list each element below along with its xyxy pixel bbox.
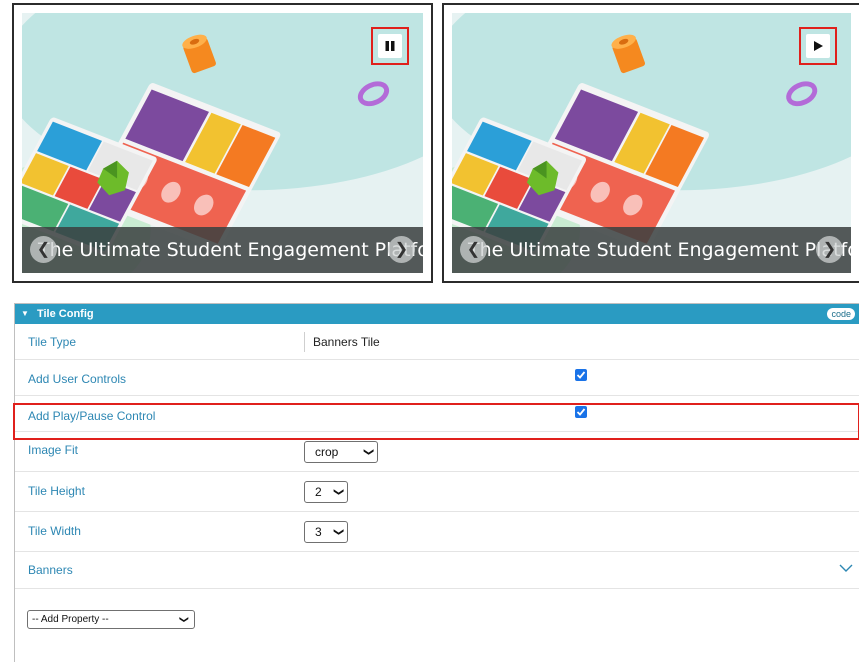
- checkmark-icon: [576, 371, 586, 379]
- row-tile-type: Tile Type Banners Tile: [15, 324, 859, 360]
- play-icon: [814, 41, 823, 51]
- play-button[interactable]: [806, 34, 830, 58]
- chevron-right-icon[interactable]: ❯: [816, 236, 843, 263]
- chevron-down-icon: ❯: [179, 615, 190, 624]
- row-tile-height: Tile Height 2 ❯: [15, 472, 859, 512]
- banner-preview-playing: The Ultimate Student Engagement Platform…: [442, 3, 859, 283]
- tile-height-label: Tile Height: [28, 484, 85, 498]
- image-fit-value: crop: [315, 445, 339, 459]
- chevron-left-icon[interactable]: ❮: [30, 236, 57, 263]
- pause-button[interactable]: [378, 34, 402, 58]
- add-user-controls-label: Add User Controls: [28, 372, 127, 386]
- pause-icon: [385, 41, 395, 51]
- tile-width-select[interactable]: 3 ❯: [304, 521, 348, 543]
- play-pause-highlight: [371, 27, 409, 65]
- banners-label: Banners: [28, 563, 73, 577]
- chevron-down-icon[interactable]: [839, 564, 853, 573]
- chevron-down-icon: ❯: [362, 447, 374, 457]
- tile-config-header[interactable]: ▼ Tile Config code: [15, 304, 859, 324]
- caret-down-icon: ▼: [21, 309, 29, 318]
- tile-height-select[interactable]: 2 ❯: [304, 481, 348, 503]
- tile-type-label: Tile Type: [28, 335, 77, 349]
- banner-caption: The Ultimate Student Engagement Platform: [22, 227, 423, 273]
- add-play-pause-checkbox[interactable]: [575, 406, 587, 418]
- chevron-left-icon[interactable]: ❮: [460, 236, 487, 263]
- image-fit-select[interactable]: crop ❯: [304, 441, 378, 463]
- tile-width-label: Tile Width: [28, 524, 81, 538]
- row-add-user-controls: Add User Controls: [15, 360, 859, 396]
- tile-config-panel: ▼ Tile Config code Tile Type Banners Til…: [13, 303, 859, 662]
- code-button[interactable]: code: [827, 308, 855, 320]
- row-image-fit: Image Fit crop ❯: [15, 432, 859, 472]
- add-property-value: -- Add Property --: [32, 614, 109, 625]
- play-pause-highlight: [799, 27, 837, 65]
- banner-image: The Ultimate Student Engagement Platform…: [22, 13, 423, 273]
- checkmark-icon: [576, 408, 586, 416]
- chevron-down-icon: ❯: [332, 487, 344, 497]
- tile-width-value: 3: [315, 525, 322, 539]
- add-property-select[interactable]: -- Add Property -- ❯: [27, 610, 195, 629]
- image-fit-label: Image Fit: [28, 443, 79, 457]
- row-tile-width: Tile Width 3 ❯: [15, 512, 859, 552]
- chevron-down-icon: ❯: [332, 527, 344, 537]
- row-banners[interactable]: Banners: [15, 552, 859, 589]
- banner-caption: The Ultimate Student Engagement Platform: [452, 227, 851, 273]
- add-play-pause-label: Add Play/Pause Control: [28, 409, 156, 423]
- tile-height-value: 2: [315, 485, 322, 499]
- banner-image: The Ultimate Student Engagement Platform…: [452, 13, 851, 273]
- banner-preview-paused: The Ultimate Student Engagement Platform…: [12, 3, 433, 283]
- row-add-play-pause: Add Play/Pause Control: [15, 396, 859, 432]
- add-user-controls-checkbox[interactable]: [575, 369, 587, 381]
- tile-type-value: Banners Tile: [304, 332, 380, 352]
- chevron-right-icon[interactable]: ❯: [388, 236, 415, 263]
- tile-config-title: Tile Config: [36, 308, 94, 320]
